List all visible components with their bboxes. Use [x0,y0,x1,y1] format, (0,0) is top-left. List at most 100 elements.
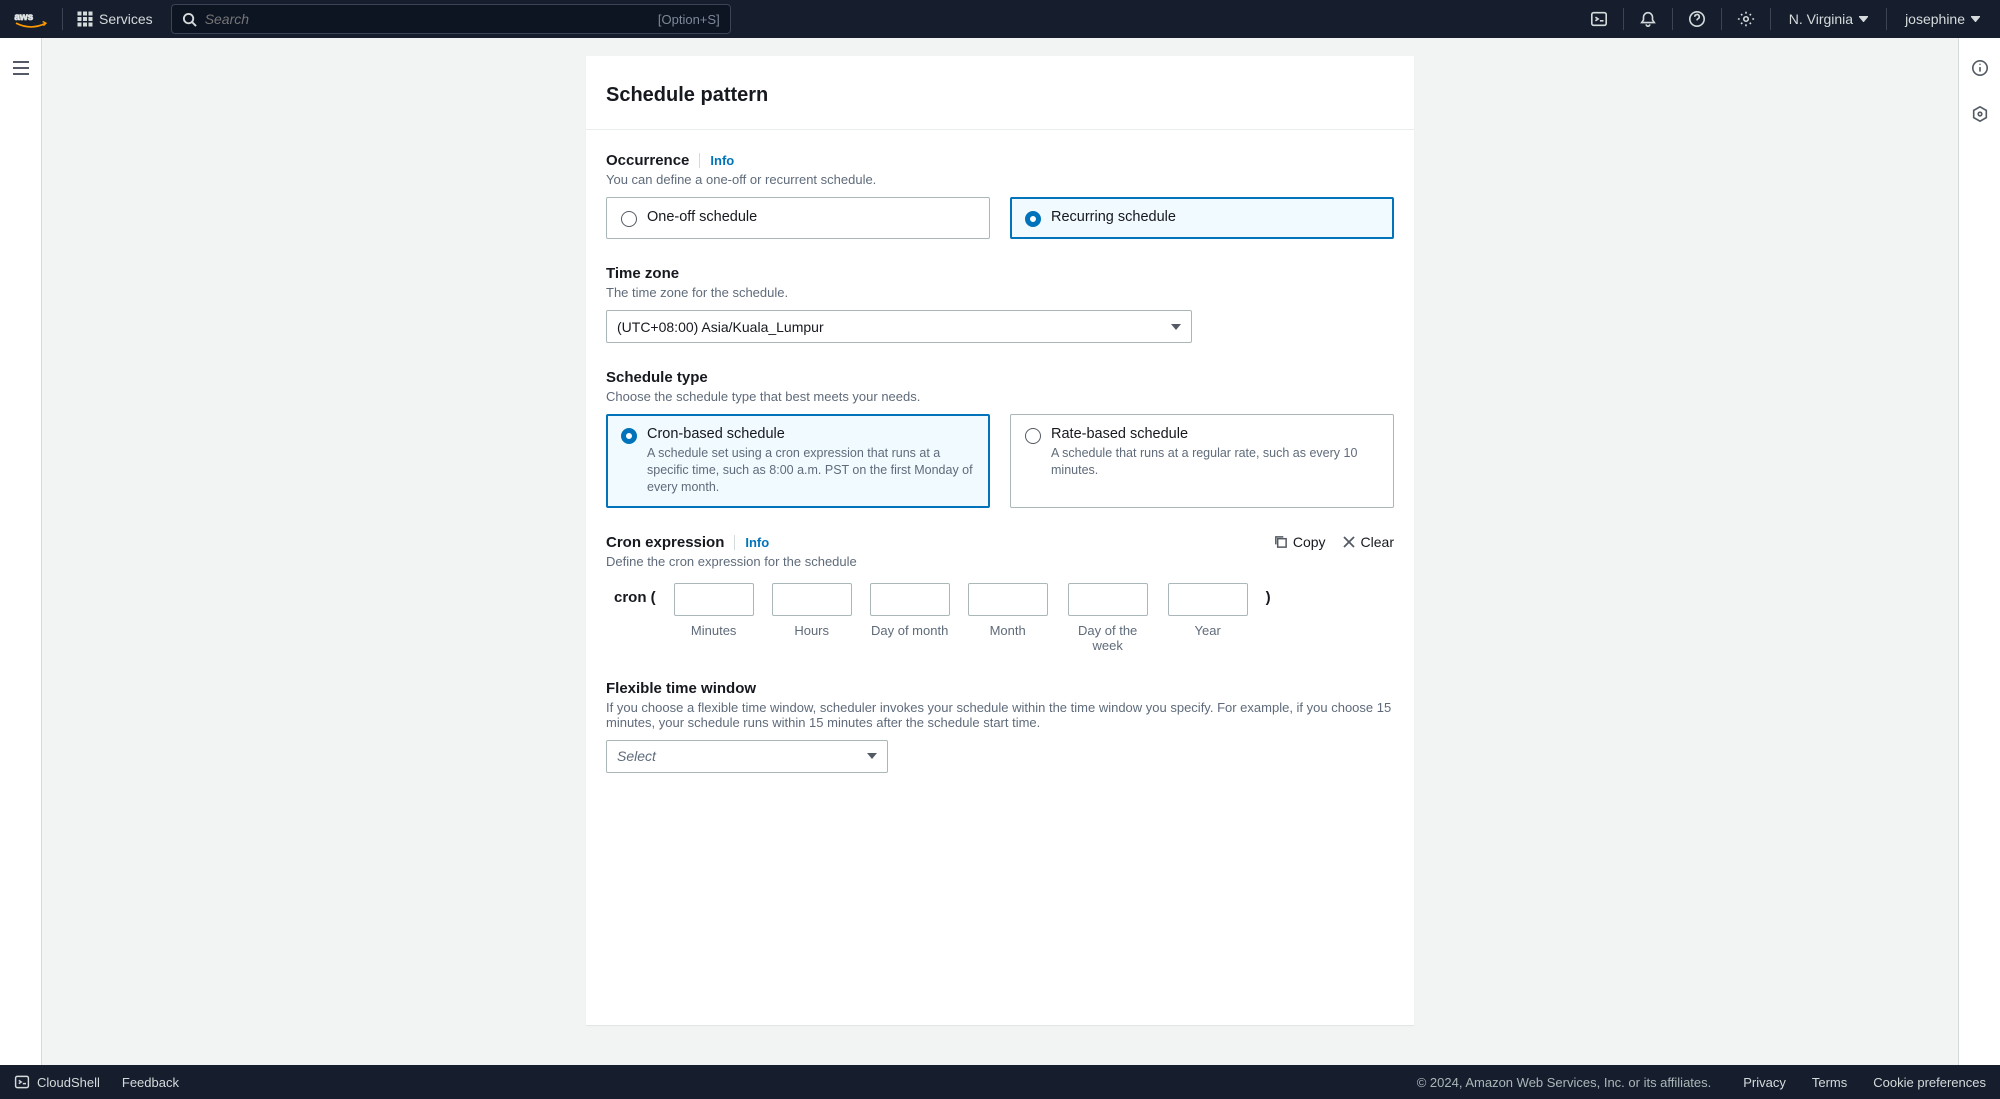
caret-down-icon [1859,16,1868,22]
cron-dom-input[interactable] [870,583,950,616]
cron-hours-caption: Hours [794,623,829,639]
cron-label: Cron expression [606,534,724,551]
caret-down-icon [1171,324,1181,330]
radio-icon [621,428,637,444]
region-label: N. Virginia [1789,11,1853,27]
rate-based-radio[interactable]: Rate-based schedule A schedule that runs… [1010,414,1394,508]
footer-cloudshell-button[interactable]: CloudShell [14,1074,100,1090]
recurring-label: Recurring schedule [1051,209,1176,225]
privacy-link[interactable]: Privacy [1743,1075,1786,1090]
radio-icon [1025,428,1041,444]
timezone-label: Time zone [606,265,679,282]
search-icon [182,12,197,27]
copy-icon [1273,534,1288,549]
info-icon [1971,59,1989,77]
nav-divider [1886,8,1887,30]
feedback-link[interactable]: Feedback [122,1075,179,1090]
services-label: Services [99,11,153,27]
cron-dom-caption: Day of month [871,623,948,639]
nav-divider [1623,8,1624,30]
cron-based-title: Cron-based schedule [647,426,975,442]
main-content: Schedule pattern Occurrence Info You can… [42,38,1958,1065]
rate-based-title: Rate-based schedule [1051,426,1379,442]
nav-divider [1770,8,1771,30]
timezone-desc: The time zone for the schedule. [606,285,1394,300]
cron-expression-field: Cron expression Info Define the cron exp… [606,534,1394,654]
copy-button[interactable]: Copy [1273,534,1326,550]
cloudshell-button[interactable] [1581,0,1617,38]
copyright-text: © 2024, Amazon Web Services, Inc. or its… [1417,1075,1712,1090]
radio-icon [1025,211,1041,227]
help-button[interactable] [1679,0,1715,38]
top-nav: aws Services [Option+S] [0,0,2000,38]
schedule-type-desc: Choose the schedule type that best meets… [606,389,1394,404]
cron-year-caption: Year [1195,623,1221,639]
global-search[interactable]: [Option+S] [171,4,731,34]
cron-desc: Define the cron expression for the sched… [606,554,857,569]
notifications-button[interactable] [1630,0,1666,38]
flex-label: Flexible time window [606,680,756,697]
schedule-type-field: Schedule type Choose the schedule type t… [606,369,1394,508]
user-label: josephine [1905,11,1965,27]
nav-divider [62,8,63,30]
clear-button[interactable]: Clear [1342,534,1394,550]
cron-prefix: cron ( [614,583,656,606]
cookie-prefs-link[interactable]: Cookie preferences [1873,1075,1986,1090]
occurrence-label: Occurrence [606,152,689,169]
app-shell: Schedule pattern Occurrence Info You can… [0,38,2000,1065]
one-off-label: One-off schedule [647,209,757,225]
cron-month-caption: Month [990,623,1026,639]
svg-text:aws: aws [14,12,33,23]
help-icon [1688,10,1706,28]
cron-dow-input[interactable] [1068,583,1148,616]
cron-minutes-caption: Minutes [691,623,737,639]
timezone-select[interactable]: (UTC+08:00) Asia/Kuala_Lumpur [606,310,1192,343]
info-panel-button[interactable] [1966,54,1994,82]
hamburger-icon [12,61,30,75]
flex-window-field: Flexible time window If you choose a fle… [606,680,1394,773]
cron-minutes-input[interactable] [674,583,754,616]
region-selector[interactable]: N. Virginia [1777,11,1880,27]
panel-body: Occurrence Info You can define a one-off… [586,130,1414,801]
close-icon [1342,535,1356,549]
schedule-type-label: Schedule type [606,369,708,386]
nav-divider [1721,8,1722,30]
open-sidebar-button[interactable] [7,54,35,82]
left-rail [0,38,42,1065]
cron-info-link[interactable]: Info [734,535,769,550]
cron-month-input[interactable] [968,583,1048,616]
grid-icon [77,11,93,27]
footer-cloudshell-label: CloudShell [37,1075,100,1090]
settings-button[interactable] [1728,0,1764,38]
clear-label: Clear [1361,534,1394,550]
one-off-schedule-radio[interactable]: One-off schedule [606,197,990,239]
bell-icon [1639,10,1657,28]
cron-year-input[interactable] [1168,583,1248,616]
occurrence-field: Occurrence Info You can define a one-off… [606,152,1394,239]
search-input[interactable] [205,11,650,27]
diagnostics-button[interactable] [1966,100,1994,128]
nav-divider [1672,8,1673,30]
radio-icon [621,211,637,227]
services-menu[interactable]: Services [69,11,161,27]
footer-bar: CloudShell Feedback © 2024, Amazon Web S… [0,1065,2000,1099]
cron-hours-input[interactable] [772,583,852,616]
caret-down-icon [867,753,877,759]
terms-link[interactable]: Terms [1812,1075,1847,1090]
hexagon-icon [1971,105,1989,123]
cron-suffix: ) [1266,583,1271,606]
copy-label: Copy [1293,534,1326,550]
caret-down-icon [1971,16,1980,22]
occurrence-info-link[interactable]: Info [699,153,734,168]
flex-placeholder: Select [617,748,656,764]
right-rail [1958,38,2000,1065]
aws-logo[interactable]: aws [14,9,48,29]
cron-dow-caption: Day of the week [1066,623,1150,654]
recurring-schedule-radio[interactable]: Recurring schedule [1010,197,1394,239]
account-menu[interactable]: josephine [1893,11,1992,27]
gear-icon [1737,10,1755,28]
rate-based-desc: A schedule that runs at a regular rate, … [1051,445,1379,479]
cron-based-desc: A schedule set using a cron expression t… [647,445,975,496]
flex-window-select[interactable]: Select [606,740,888,773]
cron-based-radio[interactable]: Cron-based schedule A schedule set using… [606,414,990,508]
